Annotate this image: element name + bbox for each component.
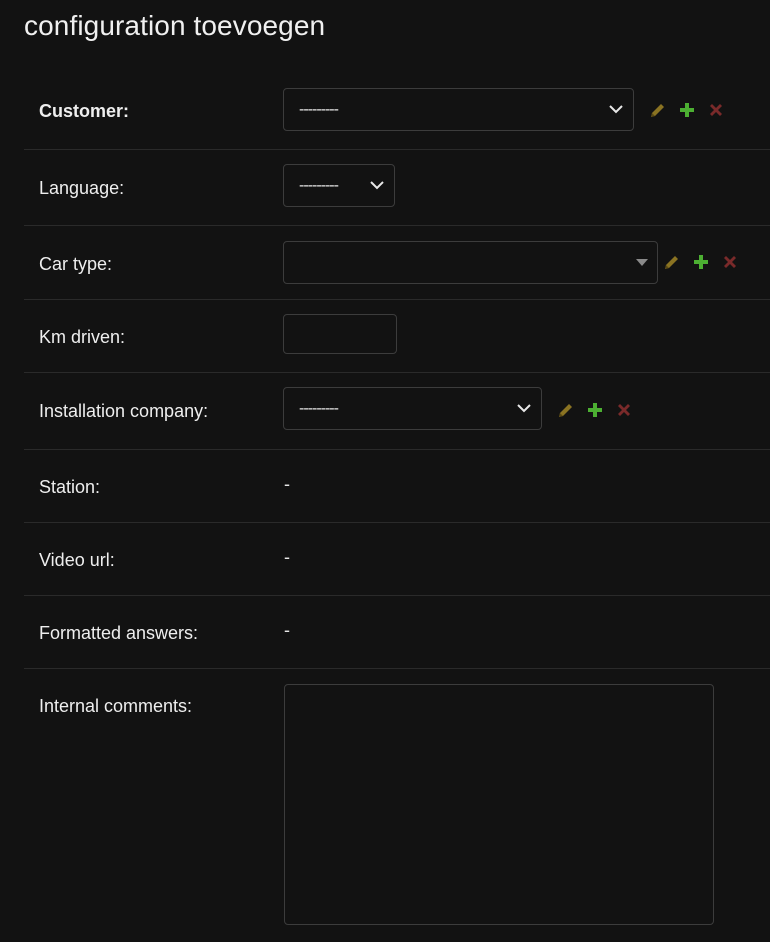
plus-icon <box>694 255 708 269</box>
chevron-down-icon <box>370 181 384 190</box>
video-url-value: - <box>284 547 290 567</box>
internal-comments-textarea[interactable] <box>284 684 714 925</box>
pencil-icon <box>665 256 678 269</box>
x-icon <box>618 404 630 416</box>
car-type-related-actions <box>662 252 749 272</box>
add-installation-company-button[interactable] <box>585 400 605 420</box>
pencil-icon <box>559 404 572 417</box>
delete-customer-button[interactable] <box>706 100 726 120</box>
page-title: configuration toevoegen <box>24 10 326 41</box>
km-driven-label: Km driven: <box>39 327 126 347</box>
delete-car-type-button[interactable] <box>720 252 740 272</box>
chevron-down-icon <box>517 404 531 413</box>
add-configuration-form: configuration toevoegen Customer: ------… <box>0 0 770 942</box>
edit-customer-button[interactable] <box>648 100 668 120</box>
formatted-answers-value: - <box>284 620 290 640</box>
plus-icon <box>680 103 694 117</box>
station-value: - <box>284 474 290 494</box>
add-customer-button[interactable] <box>677 100 697 120</box>
installation-company-label: Installation company: <box>39 401 209 421</box>
customer-label: Customer: <box>39 101 130 121</box>
form-row-station: Station: - <box>24 450 770 523</box>
add-car-type-button[interactable] <box>691 252 711 272</box>
form-row-formatted-answers: Formatted answers: - <box>24 596 770 669</box>
form-row-installation-company: Installation company: --------- <box>24 373 770 450</box>
caret-down-icon <box>636 259 648 266</box>
customer-related-actions <box>648 100 735 120</box>
language-label: Language: <box>39 178 125 198</box>
customer-select-value: --------- <box>299 101 339 118</box>
form-row-car-type: Car type: <box>24 226 770 300</box>
x-icon <box>724 256 736 268</box>
installation-company-select[interactable]: --------- <box>283 387 542 430</box>
video-url-label: Video url: <box>39 550 115 570</box>
form-row-language: Language: --------- <box>24 150 770 226</box>
plus-icon <box>588 403 602 417</box>
station-label: Station: <box>39 477 101 497</box>
form-row-km-driven: Km driven: <box>24 300 770 373</box>
pencil-icon <box>651 104 664 117</box>
installation-company-select-value: --------- <box>299 400 339 417</box>
car-type-label: Car type: <box>39 254 113 274</box>
delete-installation-company-button[interactable] <box>614 400 634 420</box>
language-select[interactable]: --------- <box>283 164 395 207</box>
form-row-customer: Customer: --------- <box>24 72 770 150</box>
formatted-answers-label: Formatted answers: <box>39 623 199 643</box>
customer-select[interactable]: --------- <box>283 88 634 131</box>
km-driven-input[interactable] <box>283 314 397 354</box>
internal-comments-label: Internal comments: <box>39 696 193 716</box>
edit-car-type-button[interactable] <box>662 252 682 272</box>
form-row-internal-comments: Internal comments: <box>24 669 770 942</box>
language-select-value: --------- <box>299 177 339 194</box>
chevron-down-icon <box>609 105 623 114</box>
installation-company-related-actions <box>556 400 643 420</box>
x-icon <box>710 104 722 116</box>
form-row-video-url: Video url: - <box>24 523 770 596</box>
edit-installation-company-button[interactable] <box>556 400 576 420</box>
car-type-select[interactable] <box>283 241 658 284</box>
